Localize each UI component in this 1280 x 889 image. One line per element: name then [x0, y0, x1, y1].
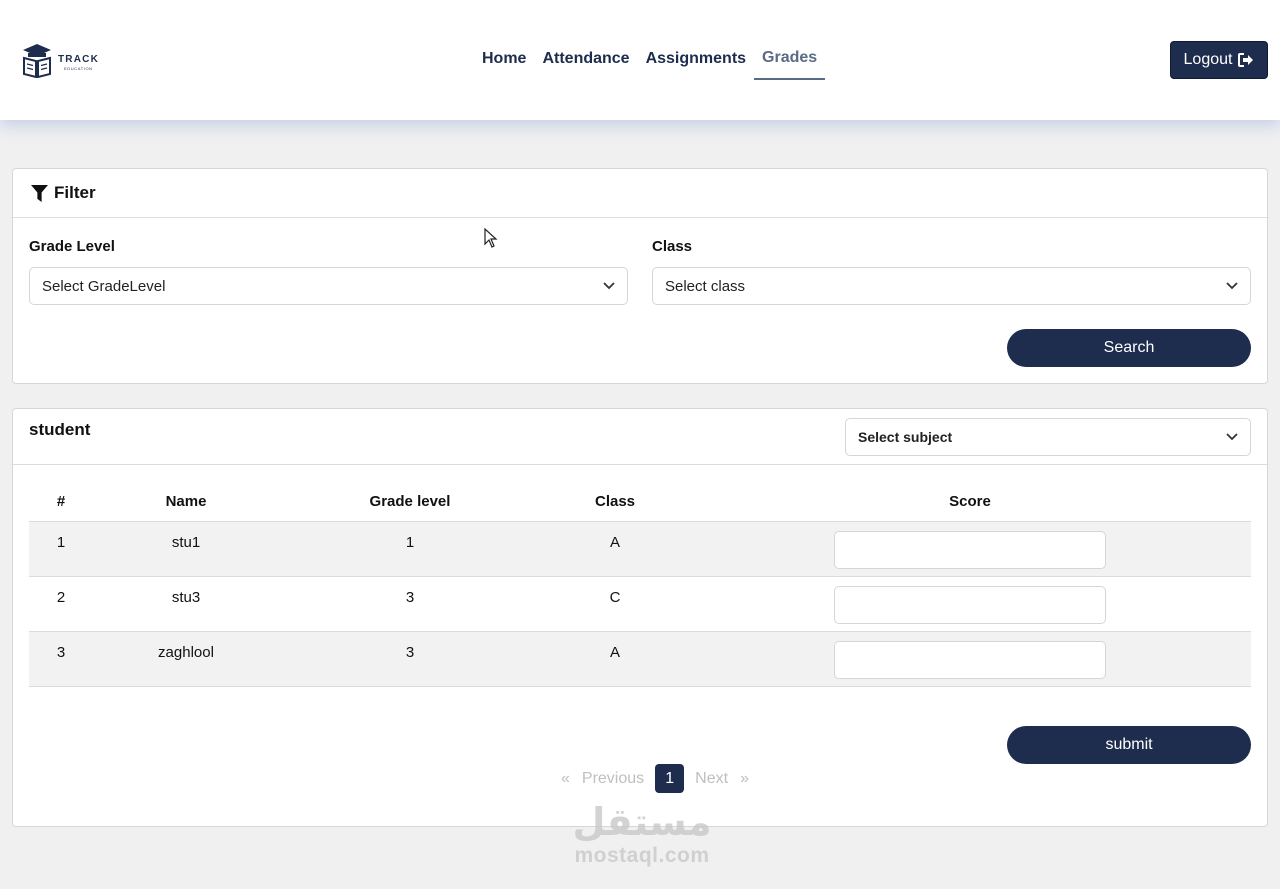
grade-level-value: Select GradeLevel	[42, 277, 166, 295]
student-name: stu3	[93, 575, 279, 631]
nav-assignments[interactable]: Assignments	[638, 40, 754, 80]
first-page-link[interactable]: «	[561, 770, 570, 788]
score-cell	[689, 575, 1251, 631]
score-input[interactable]	[834, 640, 1106, 679]
watermark-latin: mostaql.com	[574, 844, 710, 867]
row-number: 2	[29, 575, 93, 631]
table-header-row: # Name Grade level Class Score	[29, 483, 1251, 521]
score-cell	[689, 630, 1251, 687]
pagination: « Previous 1 Next »	[561, 764, 749, 793]
student-name: stu1	[93, 520, 279, 576]
filter-card: Filter Grade Level Select GradeLevel Cla…	[12, 168, 1268, 384]
submit-button[interactable]: submit	[1007, 726, 1251, 764]
table-row: 2 stu3 3 C	[29, 575, 1251, 631]
sign-out-icon	[1238, 53, 1254, 67]
subject-select[interactable]: Select subject	[845, 418, 1251, 456]
logo-subtext: EDUCATION	[64, 66, 93, 71]
student-class: A	[541, 520, 689, 576]
row-number: 3	[29, 630, 93, 687]
student-card: student Select subject # Name Grade leve…	[12, 408, 1268, 827]
column-header-class: Class	[594, 493, 636, 511]
nav-home[interactable]: Home	[474, 40, 534, 80]
logo-text: TRACK	[58, 54, 99, 65]
watermark: مستقل mostaql.com	[562, 800, 722, 868]
search-button[interactable]: Search	[1007, 329, 1251, 367]
main-nav: Home Attendance Assignments Grades	[474, 40, 826, 80]
top-header: TRACK EDUCATION Home Attendance Assignme…	[0, 0, 1280, 120]
subject-value: Select subject	[858, 429, 953, 445]
logout-label: Logout	[1183, 51, 1233, 68]
column-header-score: Score	[949, 493, 991, 511]
column-header-number: #	[56, 493, 66, 511]
filter-header: Filter	[13, 169, 1267, 218]
student-header: student Select subject	[13, 409, 1267, 465]
column-header-name: Name	[165, 493, 207, 511]
chevron-down-icon	[603, 282, 615, 290]
score-input[interactable]	[834, 585, 1106, 624]
book-logo-icon	[23, 44, 51, 78]
grades-table: # Name Grade level Class Score 1 stu1 1 …	[29, 483, 1251, 687]
mouse-cursor-icon	[484, 228, 498, 248]
student-grade-level: 3	[279, 630, 541, 687]
table-row: 3 zaghlool 3 A	[29, 630, 1251, 687]
score-cell	[689, 520, 1251, 576]
nav-attendance[interactable]: Attendance	[534, 40, 637, 80]
filter-icon	[31, 184, 48, 202]
chevron-down-icon	[1226, 282, 1238, 290]
last-page-link[interactable]: »	[740, 770, 749, 788]
next-page-link[interactable]: Next	[695, 770, 728, 788]
grade-level-select[interactable]: Select GradeLevel	[29, 267, 628, 305]
nav-grades[interactable]: Grades	[754, 40, 826, 80]
logout-button[interactable]: Logout	[1170, 41, 1268, 79]
student-class: C	[541, 575, 689, 631]
row-number: 1	[29, 520, 93, 576]
column-header-grade-level: Grade level	[369, 493, 451, 511]
student-class: A	[541, 630, 689, 687]
class-select[interactable]: Select class	[652, 267, 1251, 305]
score-input[interactable]	[834, 530, 1106, 569]
grade-level-label: Grade Level	[29, 238, 115, 255]
student-grade-level: 3	[279, 575, 541, 631]
filter-title: Filter	[54, 183, 96, 202]
student-name: zaghlool	[93, 630, 279, 687]
table-row: 1 stu1 1 A	[29, 520, 1251, 576]
class-value: Select class	[665, 277, 746, 295]
class-label: Class	[652, 238, 693, 255]
watermark-arabic: مستقل	[572, 800, 712, 844]
previous-page-link[interactable]: Previous	[582, 770, 644, 788]
chevron-down-icon	[1226, 433, 1238, 441]
student-grade-level: 1	[279, 520, 541, 576]
page-1-button[interactable]: 1	[655, 764, 685, 793]
student-title: student	[29, 420, 91, 439]
logo[interactable]: TRACK EDUCATION	[18, 18, 108, 104]
